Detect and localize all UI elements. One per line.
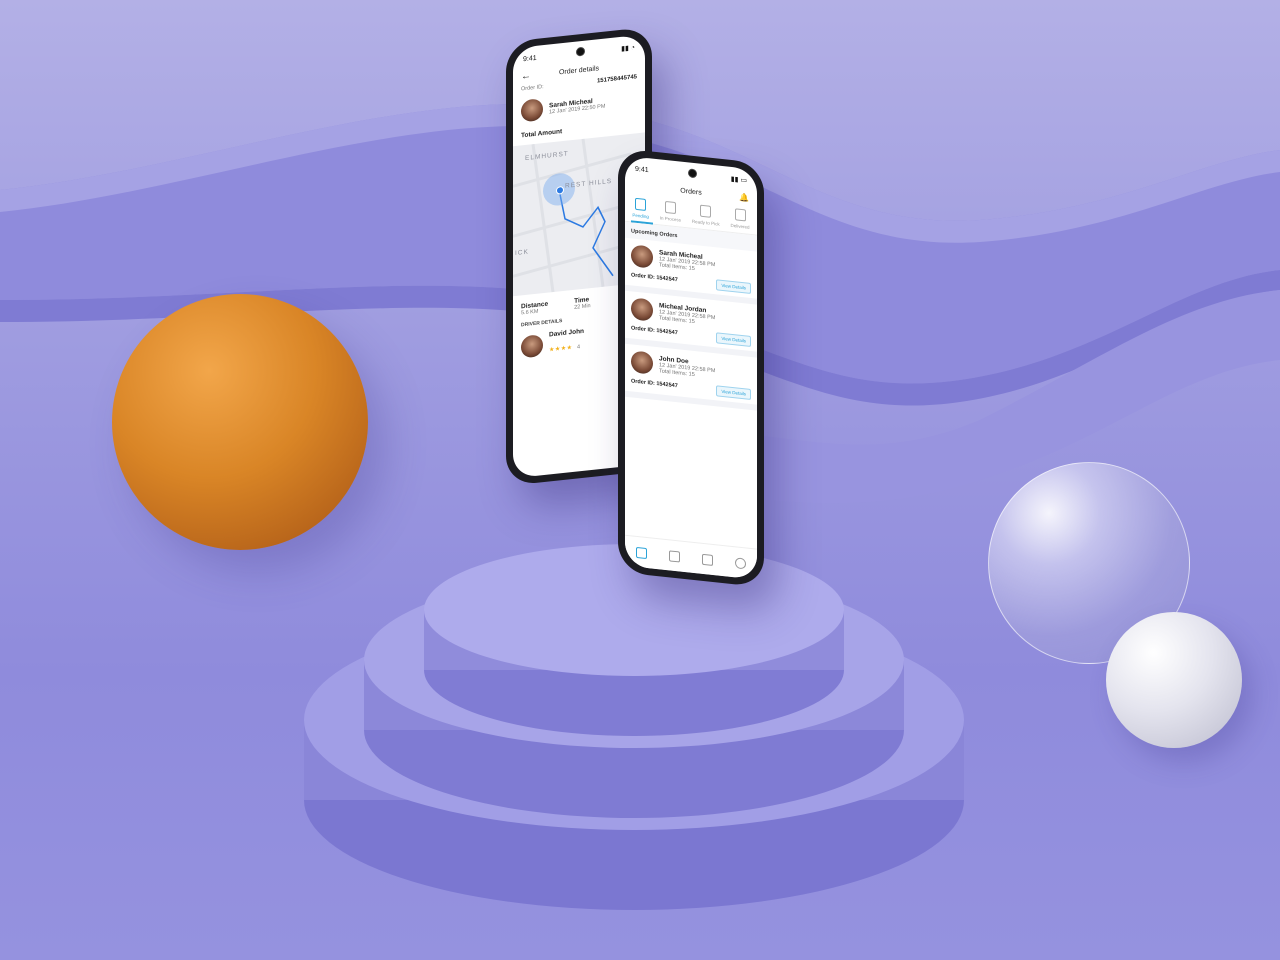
orders-icon[interactable] bbox=[636, 546, 647, 559]
orders-screen: 9:41 ▮▮ ▭ Orders 🔔 Pending In Process Re… bbox=[625, 155, 757, 580]
tab-in-process[interactable]: In Process bbox=[659, 200, 682, 223]
tab-label: In Process bbox=[659, 215, 682, 223]
scene-background: 9:41 ▮▮ ◔ ← Order details Order ID: 1517… bbox=[0, 0, 1280, 960]
battery-icon: ▮▮ ▭ bbox=[730, 175, 747, 185]
driver-avatar bbox=[521, 333, 543, 358]
rating-stars-icon: ★★★★ bbox=[549, 345, 573, 354]
tab-label: Delivered bbox=[730, 222, 750, 230]
box-icon[interactable] bbox=[702, 553, 713, 566]
avatar bbox=[521, 98, 543, 123]
orders-phone: 9:41 ▮▮ ▭ Orders 🔔 Pending In Process Re… bbox=[618, 148, 764, 588]
tab-ready-to-pick[interactable]: Ready to Pick bbox=[692, 204, 720, 227]
package-icon bbox=[700, 204, 712, 218]
bottom-nav bbox=[625, 534, 757, 580]
view-details-button[interactable]: View Details bbox=[716, 332, 751, 347]
avatar bbox=[631, 350, 653, 375]
tab-label: Pending bbox=[632, 212, 649, 220]
checklist-icon bbox=[664, 200, 676, 215]
time-value: 22 Min bbox=[574, 303, 591, 311]
map-label: ICK bbox=[515, 248, 529, 258]
wallet-icon[interactable] bbox=[669, 549, 680, 563]
avatar bbox=[631, 297, 653, 322]
status-time: 9:41 bbox=[635, 165, 649, 174]
clipboard-icon bbox=[635, 197, 647, 211]
view-details-button[interactable]: View Details bbox=[716, 279, 751, 294]
tab-pending[interactable]: Pending bbox=[632, 197, 649, 220]
rating-value: 4 bbox=[576, 344, 581, 351]
tab-label: Ready to Pick bbox=[691, 218, 720, 227]
tab-delivered[interactable]: Delivered bbox=[731, 208, 750, 230]
back-arrow-icon[interactable]: ← bbox=[521, 70, 531, 82]
status-time: 9:41 bbox=[523, 54, 537, 63]
notification-bell-icon[interactable]: 🔔 bbox=[739, 193, 749, 203]
view-details-button[interactable]: View Details bbox=[716, 385, 751, 400]
signal-icon: ▮▮ ◔ bbox=[621, 44, 635, 53]
profile-icon[interactable] bbox=[735, 556, 746, 569]
delivered-box-icon bbox=[734, 208, 746, 222]
avatar bbox=[631, 244, 653, 269]
